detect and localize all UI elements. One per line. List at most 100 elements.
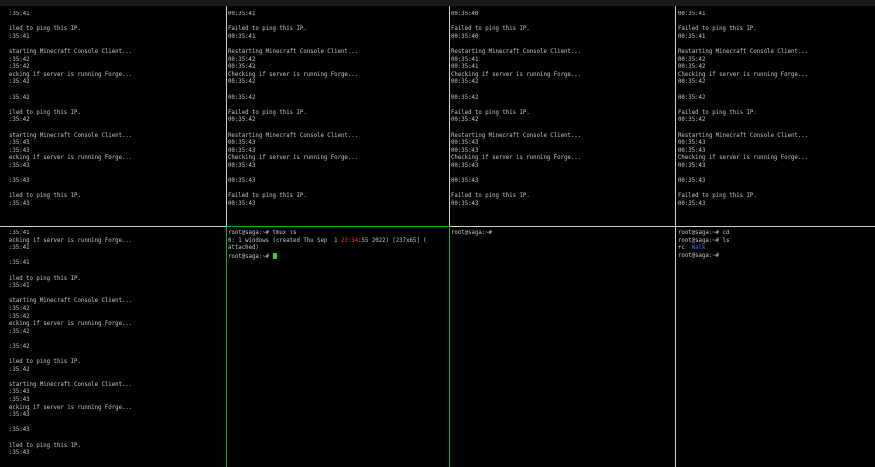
log-line: Checking if server is running Forge...: [678, 71, 809, 78]
log-line: :35:42: [9, 117, 30, 124]
tmux-ls-attached: attached): [228, 245, 259, 252]
log-line: 00:35:42: [678, 56, 706, 63]
log-line: ecking if server is running Forge...: [9, 71, 133, 78]
log-line: 00:35:43: [451, 178, 479, 185]
pane-separator-vertical-1-bottom[interactable]: [226, 227, 227, 467]
log-line: :35:41: [9, 283, 30, 290]
log-line: 00:35:41: [451, 64, 479, 71]
pane-top-2[interactable]: 00:35:41 Failed to ping this IP. 00:35:41 R…: [228, 11, 447, 225]
log-line: :35:41: [9, 33, 30, 40]
pane-separator-vertical-3-bottom[interactable]: [675, 227, 676, 467]
log-line: 00:35:42: [228, 79, 256, 86]
log-line: 00:35:42: [228, 64, 256, 71]
ls-command: root@saga:~# ls: [678, 237, 730, 244]
pane-separator-vertical-1-top[interactable]: [226, 6, 227, 226]
pane-output: root@saga:~# tmux ls 0: 1 windows (create…: [228, 230, 447, 260]
log-line: 00:35:43: [678, 147, 706, 154]
log-line: 00:35:41: [228, 11, 256, 17]
log-line: 00:35:43: [451, 147, 479, 154]
log-line: 00:35:42: [678, 79, 706, 86]
log-line: :35:42: [9, 366, 30, 373]
pane-separator-vertical-2-bottom[interactable]: [449, 227, 450, 467]
log-line: :35:43: [9, 450, 30, 457]
pane-top-1[interactable]: :35:41 iled to ping this IP.:35:41 startin…: [9, 11, 225, 225]
log-line: :35:43: [9, 427, 30, 434]
log-line: Restarting Minecraft Console Client...: [451, 48, 582, 55]
pane-output: 00:35:40 Failed to ping this IP. 00:35:40 R…: [451, 11, 673, 208]
pane-bottom-3[interactable]: root@saga:~#: [451, 230, 673, 467]
tmux-ls-command: root@saga:~# tmux ls: [228, 230, 297, 236]
log-line: :35:43: [9, 147, 30, 154]
pane-output: 00:35:41 Failed to ping this IP. 00:35:41 R…: [228, 11, 447, 208]
pane-separator-horizontal-active[interactable]: [226, 226, 450, 227]
log-line: :35:43: [9, 200, 30, 207]
pane-output: :35:41 iled to ping this IP.:35:41 startin…: [9, 11, 225, 208]
log-line: 00:35:43: [678, 200, 706, 207]
log-line: Failed to ping this IP.: [451, 26, 530, 33]
pane-bottom-4[interactable]: root@saga:~# cd root@saga:~# ls +c Walk roo…: [678, 230, 875, 467]
log-line: 00:35:43: [451, 200, 479, 207]
log-line: Failed to ping this IP.: [678, 109, 757, 116]
cd-command: root@saga:~# cd: [678, 230, 730, 236]
log-line: starting Minecraft Console Client...: [9, 48, 133, 55]
log-line: starting Minecraft Console Client...: [9, 381, 133, 388]
log-line: Restarting Minecraft Console Client...: [678, 48, 809, 55]
log-line: :35:42: [9, 313, 30, 320]
log-line: Checking if server is running Forge...: [228, 155, 359, 162]
pane-separator-horizontal[interactable]: [0, 226, 226, 227]
log-line: :35:42: [9, 94, 30, 101]
log-line: :35:43: [9, 389, 30, 396]
pane-output: root@saga:~#: [451, 230, 673, 238]
log-line: 00:35:42: [451, 79, 479, 86]
log-line: Failed to ping this IP.: [228, 26, 307, 33]
pane-top-4[interactable]: 00:35:41 Failed to ping this IP. 00:35:41 R…: [678, 11, 875, 225]
shell-prompt[interactable]: root@saga:~#: [451, 230, 673, 238]
pane-separator-vertical-2-top[interactable]: [449, 6, 450, 226]
log-line: starting Minecraft Console Client...: [9, 132, 133, 139]
pane-top-3[interactable]: 00:35:40 Failed to ping this IP. 00:35:40 R…: [451, 11, 673, 225]
log-line: iled to ping this IP.: [9, 442, 81, 449]
log-line: Failed to ping this IP.: [228, 193, 307, 200]
pane-bottom-2-active[interactable]: root@saga:~# tmux ls 0: 1 windows (create…: [228, 230, 447, 467]
log-line: Failed to ping this IP.: [678, 26, 757, 33]
log-line: Checking if server is running Forge...: [678, 155, 809, 162]
log-line: 00:35:43: [678, 162, 706, 169]
log-line: 00:35:42: [451, 117, 479, 124]
log-line: 00:35:40: [451, 11, 479, 17]
pane-separator-horizontal[interactable]: [450, 226, 875, 227]
log-line: Restarting Minecraft Console Client...: [228, 48, 359, 55]
pane-bottom-1[interactable]: :35:41 ecking if server is running Forge.…: [9, 230, 225, 467]
log-line: :35:43: [9, 162, 30, 169]
log-line: 00:35:43: [228, 200, 256, 207]
log-line: Failed to ping this IP.: [228, 109, 307, 116]
log-line: :35:42: [9, 328, 30, 335]
log-line: 00:35:43: [678, 178, 706, 185]
pane-separator-vertical-3-top[interactable]: [675, 6, 676, 226]
log-line: :35:41: [9, 260, 30, 267]
shell-prompt[interactable]: root@saga:~#: [678, 253, 875, 261]
log-line: ecking if server is running Forge...: [9, 155, 133, 162]
log-line: :35:42: [9, 64, 30, 71]
highlighted-time: 23:54: [341, 237, 359, 244]
shell-prompt[interactable]: root@saga:~#: [228, 252, 447, 261]
log-line: :35:42: [9, 56, 30, 63]
